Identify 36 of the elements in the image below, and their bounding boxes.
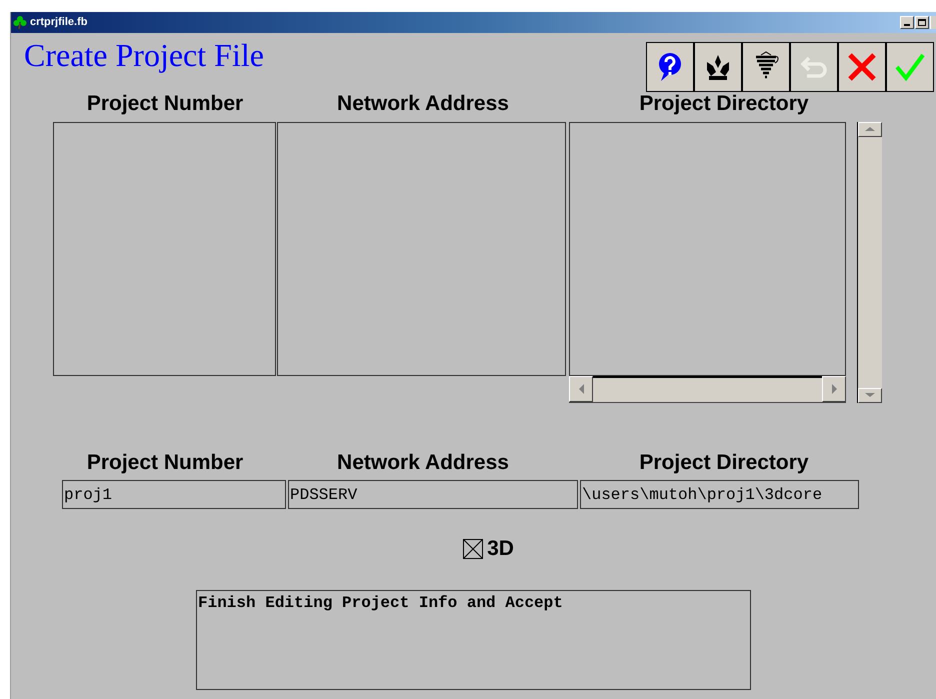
scroll-right-button[interactable] [822,376,846,402]
up-arrow-icon [865,127,875,131]
text-field[interactable]: PDSSERV [288,480,578,509]
scroll-up-button[interactable] [858,122,882,136]
right-arrow-icon [832,384,836,394]
hands-tool-button[interactable] [694,42,742,92]
field-label: Project Number [86,450,244,476]
text-field[interactable]: \users\mutoh\proj1\3dcore [580,480,859,509]
tornado-tool-button[interactable] [742,42,790,92]
minimize-button[interactable] [900,16,914,29]
column-header: Project Directory [638,91,810,117]
scroll-down-button[interactable] [858,388,882,402]
vertical-scrollbar[interactable] [857,122,882,402]
field-label: Network Address [336,450,510,476]
column-header: Network Address [336,91,510,117]
clover-icon [13,15,27,30]
maximize-button[interactable] [915,16,929,29]
3d-checkbox[interactable]: 3D [463,533,514,564]
cancel-tool-button[interactable] [838,42,886,92]
help-tool-button[interactable] [646,42,694,92]
checkbox-icon [463,538,484,559]
text-field[interactable]: proj1 [62,480,286,509]
close-icon [846,51,878,83]
horizontal-scrollbar[interactable] [569,376,846,402]
accept-tool-button[interactable] [886,42,934,92]
column-header: Project Number [86,91,244,117]
field-label: Project Directory [638,450,810,476]
left-arrow-icon [578,384,584,394]
down-arrow-icon [865,393,875,397]
help-icon [656,51,684,83]
scroll-left-button[interactable] [569,376,593,402]
window-title: crtprjfile.fb [30,15,88,30]
page-heading: Create Project File [24,36,264,75]
checkmark-icon [894,51,926,83]
message-text: Finish Editing Project Info and Accept [198,594,563,612]
undo-arrow-icon [799,54,829,80]
